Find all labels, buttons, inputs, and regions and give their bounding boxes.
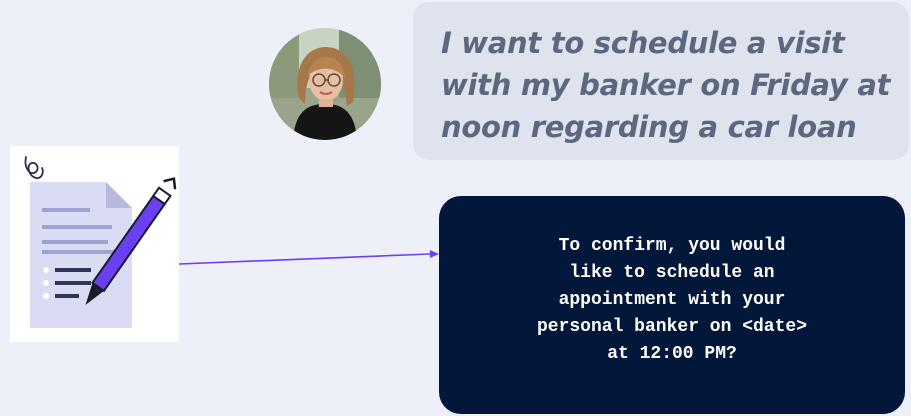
user-avatar (269, 28, 381, 140)
user-message-text: I want to schedule a visit with my banke… (441, 26, 891, 144)
document-with-pen-icon (24, 156, 177, 328)
user-message-bubble: I want to schedule a visit with my banke… (413, 2, 909, 160)
assistant-message-bubble: To confirm, you would like to schedule a… (439, 196, 905, 414)
arrow-head-icon (430, 250, 439, 258)
document-card (10, 146, 179, 342)
assistant-message-text: To confirm, you would like to schedule a… (536, 236, 808, 364)
